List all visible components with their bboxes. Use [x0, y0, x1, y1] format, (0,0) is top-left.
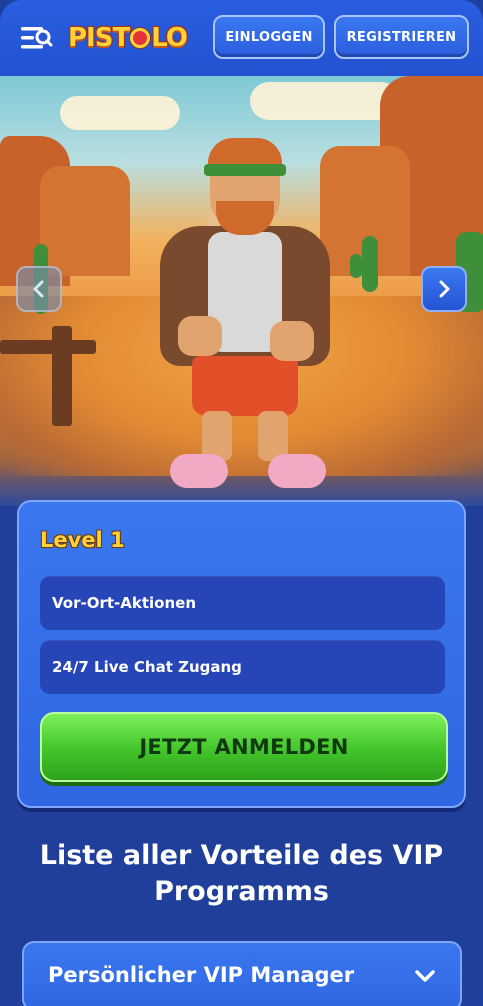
hero-character: [130, 136, 340, 496]
chevron-left-icon: [33, 280, 44, 298]
login-button[interactable]: EINLOGGEN: [213, 15, 325, 59]
vip-benefits-heading: Liste aller Vorteile des VIP Programms: [39, 840, 444, 907]
target-icon: [130, 28, 151, 48]
perk-item: Vor-Ort-Aktionen: [40, 576, 445, 630]
register-button[interactable]: REGISTRIEREN: [334, 15, 469, 59]
menu-search-icon: [21, 27, 53, 49]
carousel-next-button[interactable]: [421, 266, 467, 312]
hero-banner: [0, 76, 483, 506]
accordion-label: Persönlicher VIP Manager: [48, 963, 355, 987]
top-header: PIST LO EINLOGGEN REGISTRIEREN: [0, 0, 483, 76]
perk-item: 24/7 Live Chat Zugang: [40, 640, 445, 694]
chevron-down-icon: [412, 963, 438, 989]
chevron-right-icon: [439, 280, 450, 298]
menu-button[interactable]: [18, 20, 54, 56]
signup-now-button[interactable]: JETZT ANMELDEN: [40, 712, 448, 782]
accordion-vip-manager[interactable]: Persönlicher VIP Manager: [22, 941, 462, 1006]
carousel-prev-button[interactable]: [16, 266, 62, 312]
vip-level-card: Level 1 Vor-Ort-Aktionen 24/7 Live Chat …: [17, 500, 466, 808]
brand-logo[interactable]: PIST LO: [68, 23, 188, 53]
level-title: Level 1: [40, 528, 125, 552]
app-frame: PIST LO EINLOGGEN REGISTRIEREN Level 1 V…: [0, 0, 483, 1006]
